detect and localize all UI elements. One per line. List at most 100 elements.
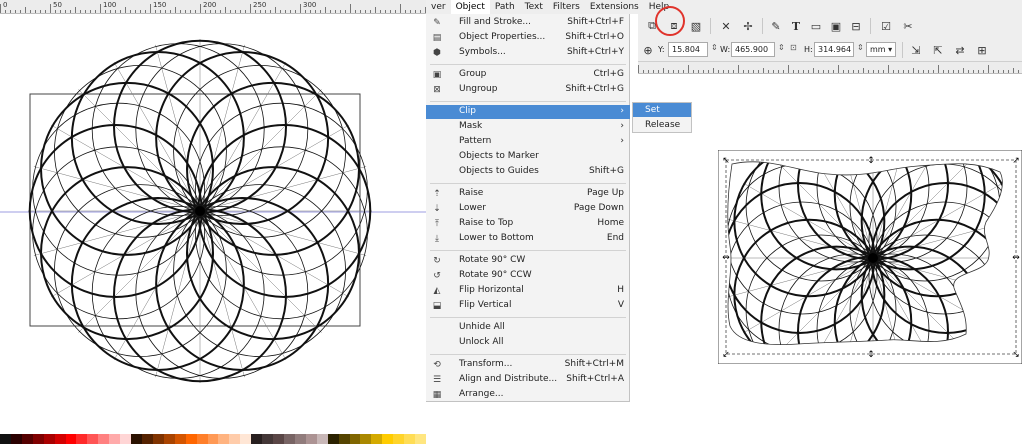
palette-swatch[interactable] [185,434,197,444]
menu-item-object-properties[interactable]: ▤ Object Properties... Shift+Ctrl+O [426,31,630,45]
menu-text[interactable]: Text [520,0,548,14]
palette-swatch[interactable] [305,434,317,444]
palette-swatch[interactable] [131,434,142,444]
text-tool-icon[interactable]: T [788,18,804,34]
menu-item-fill-and-stroke[interactable]: ✎ Fill and Stroke... Shift+Ctrl+F [426,16,630,30]
scale-corners-icon[interactable]: ⇱ [930,42,946,58]
menu-item-raise-to-top[interactable]: ⤒ Raise to Top Home [426,217,630,231]
palette-swatch[interactable] [87,434,99,444]
palette-swatch[interactable] [174,434,186,444]
document-properties-icon[interactable]: ☑ [878,18,894,34]
palette-swatch[interactable] [240,434,252,444]
palette-swatch[interactable] [415,434,426,444]
palette-swatch[interactable] [316,434,328,444]
w-field[interactable] [731,42,775,57]
lock-icon[interactable]: ⊡ [790,43,797,52]
preferences-icon[interactable]: ✂ [900,18,916,34]
node-icon[interactable]: ✕ [718,18,734,34]
scale-handle-icon[interactable]: ↙ [722,350,730,360]
scale-handle-icon[interactable]: ↕ [867,156,875,166]
palette-swatch[interactable] [382,434,394,444]
palette-swatch[interactable] [207,434,219,444]
submenu-item-release[interactable]: Release [633,118,691,132]
palette-swatch[interactable] [404,434,416,444]
palette-swatch[interactable] [283,434,295,444]
menu-item-mask[interactable]: Mask › [426,120,630,134]
menu-item-objects-to-guides[interactable]: Objects to Guides Shift+G [426,165,630,179]
palette-swatch[interactable] [109,434,121,444]
palette-swatch[interactable] [218,434,230,444]
palette-swatch[interactable] [43,434,55,444]
menu-item-rotate-90-ccw[interactable]: ↺ Rotate 90° CCW [426,269,630,283]
palette-swatch[interactable] [98,434,110,444]
menu-extensions[interactable]: Extensions [585,0,644,14]
menu-item-lower[interactable]: ⇣ Lower Page Down [426,202,630,216]
right-horizontal-ruler[interactable] [638,62,1022,74]
scale-handle-icon[interactable]: ↔ [1012,253,1020,263]
menu-item-lower-to-bottom[interactable]: ⤓ Lower to Bottom End [426,232,630,246]
scale-handle-icon[interactable]: ↕ [867,350,875,360]
scale-handle-icon[interactable]: ↔ [722,253,730,263]
palette-swatch[interactable] [262,434,274,444]
h-spin-icon[interactable]: ⇕ [857,43,864,52]
scale-handle-icon[interactable]: ↘ [1012,350,1020,360]
left-canvas-pane[interactable]: 0 50 100 150 200 250 300 [0,0,426,444]
scale-handle-icon[interactable]: ↖ [722,156,730,166]
palette-swatch[interactable] [371,434,383,444]
menu-item-group[interactable]: ▣ Group Ctrl+G [426,68,630,82]
palette-swatch[interactable] [338,434,350,444]
palette-swatch[interactable] [327,434,339,444]
menu-item-symbols[interactable]: ⬢ Symbols... Shift+Ctrl+Y [426,46,630,60]
move-patterns-icon[interactable]: ⊞ [974,42,990,58]
menu-item-arrange[interactable]: ▦ Arrange... [426,388,630,402]
palette-swatch[interactable] [76,434,88,444]
palette-swatch[interactable] [273,434,284,444]
palette-swatch[interactable] [120,434,132,444]
palette-swatch[interactable] [196,434,208,444]
move-gradients-icon[interactable]: ⇄ [952,42,968,58]
clipped-result-canvas[interactable]: ↖ ↕ ↗ ↔ ↔ ↙ ↕ ↘ [718,150,1022,364]
palette-swatch[interactable] [360,434,372,444]
menu-item-clip[interactable]: Clip › [426,105,630,119]
palette-swatch[interactable] [229,434,241,444]
menu-item-align-and-distribute[interactable]: ☰ Align and Distribute... Shift+Ctrl+A [426,373,630,387]
palette-swatch[interactable] [10,434,22,444]
xml-editor-icon[interactable]: ▣ [828,18,844,34]
menu-filters[interactable]: Filters [548,0,585,14]
clipped-spiral[interactable] [723,150,1022,364]
color-palette[interactable] [0,434,426,444]
palette-swatch[interactable] [251,434,263,444]
menu-item-flip-vertical[interactable]: ⬓ Flip Vertical V [426,299,630,313]
scale-stroke-icon[interactable]: ⇲ [908,42,924,58]
menu-path[interactable]: Path [490,0,520,14]
palette-swatch[interactable] [393,434,405,444]
spiral-rosette[interactable] [28,39,372,383]
layers-icon[interactable]: ▭ [808,18,824,34]
palette-swatch[interactable] [65,434,77,444]
menu-item-objects-to-marker[interactable]: Objects to Marker [426,150,630,164]
align-icon[interactable]: ⊟ [848,18,864,34]
spiral-drawing-canvas[interactable] [0,14,426,434]
menu-item-flip-horizontal[interactable]: ◭ Flip Horizontal H [426,284,630,298]
zoom-icon[interactable]: ⊕ [640,42,656,58]
menu-item-ungroup[interactable]: ⊠ Ungroup Shift+Ctrl+G [426,83,630,97]
menu-item-transform[interactable]: ⟲ Transform... Shift+Ctrl+M [426,358,630,372]
y-spin-icon[interactable]: ⇕ [711,43,718,52]
mask-set-icon[interactable]: ▧ [688,18,704,34]
palette-swatch[interactable] [152,434,164,444]
menu-item-unhide-all[interactable]: Unhide All [426,321,630,335]
palette-swatch[interactable] [32,434,44,444]
menu-item-raise[interactable]: ⇡ Raise Page Up [426,187,630,201]
palette-swatch[interactable] [294,434,306,444]
palette-swatch[interactable] [349,434,361,444]
scale-handle-icon[interactable]: ↗ [1012,156,1020,166]
palette-swatch[interactable] [0,434,11,444]
palette-swatch[interactable] [54,434,66,444]
unit-select[interactable]: mm ▾ [866,42,896,57]
menu-item-rotate-90-cw[interactable]: ↻ Rotate 90° CW [426,254,630,268]
palette-swatch[interactable] [163,434,175,444]
h-field[interactable] [814,42,854,57]
palette-swatch[interactable] [141,434,153,444]
menu-item-pattern[interactable]: Pattern › [426,135,630,149]
bezier-icon[interactable]: ✢ [740,18,756,34]
